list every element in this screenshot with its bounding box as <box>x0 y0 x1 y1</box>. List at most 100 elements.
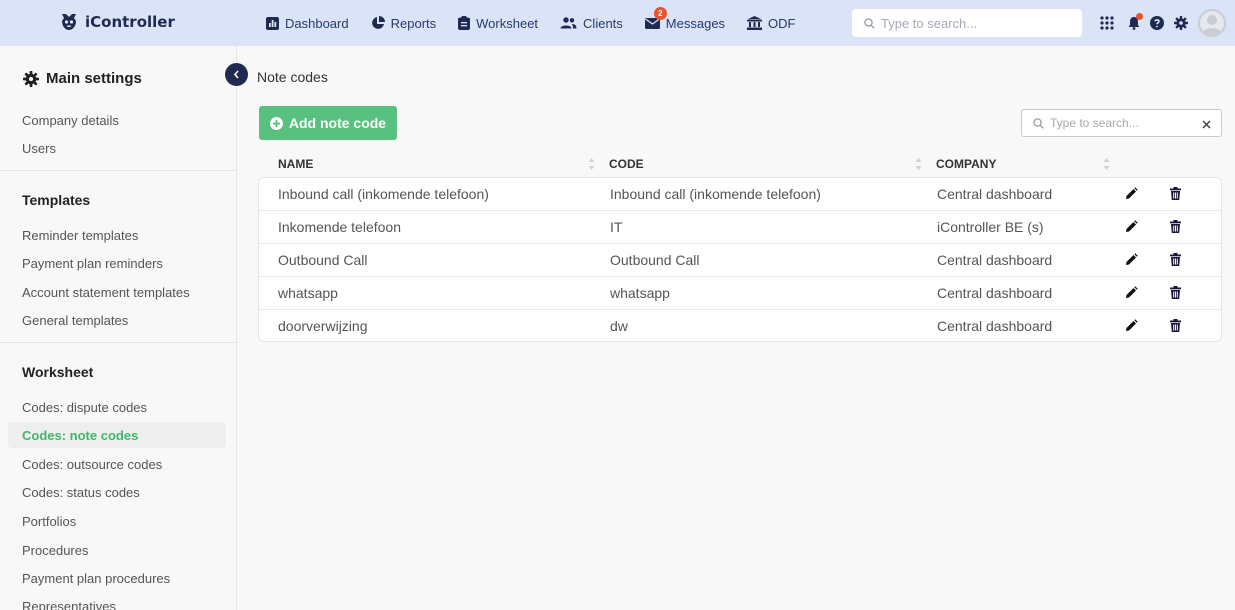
trash-icon[interactable] <box>1170 220 1181 233</box>
cell-name: doorverwijzing <box>278 318 368 334</box>
nav-odf[interactable]: ODF <box>747 16 796 31</box>
column-header-code[interactable]: CODE <box>609 157 644 171</box>
nav-clients[interactable]: Clients <box>560 16 623 31</box>
nav-reports[interactable]: Reports <box>371 15 437 31</box>
cell-code: dw <box>610 318 628 334</box>
search-icon <box>1033 117 1044 129</box>
edit-icon[interactable] <box>1125 253 1138 266</box>
search-icon <box>864 17 875 29</box>
notifications-button[interactable] <box>1128 13 1143 30</box>
cell-name: Outbound Call <box>278 252 368 268</box>
cell-company: Central dashboard <box>937 318 1053 334</box>
nav-label: Dashboard <box>285 15 349 31</box>
main-nav: Dashboard Reports Worksheet Clients 2 Me… <box>266 0 818 46</box>
sidebar-item-note-codes[interactable]: Codes: note codes <box>22 428 138 443</box>
trash-icon[interactable] <box>1170 286 1181 299</box>
table-search[interactable] <box>1021 109 1222 137</box>
top-navbar: iController Dashboard Reports Worksheet … <box>0 0 1235 46</box>
top-icons <box>1100 0 1226 46</box>
users-icon <box>560 17 577 29</box>
table-row[interactable]: Outbound Call Outbound Call Central dash… <box>259 244 1221 277</box>
app-logo[interactable]: iController <box>61 13 175 31</box>
sidebar-item-dispute-codes[interactable]: Codes: dispute codes <box>22 400 147 415</box>
sidebar-item-procedures[interactable]: Procedures <box>22 543 88 558</box>
sidebar-item-payment-plan-procedures[interactable]: Payment plan procedures <box>22 571 170 586</box>
cell-company: Central dashboard <box>937 252 1053 268</box>
settings-sidebar: Main settings Company details Users Temp… <box>0 46 237 610</box>
global-search-input[interactable] <box>881 15 1061 31</box>
trash-icon[interactable] <box>1170 187 1181 200</box>
sidebar-item-company-details[interactable]: Company details <box>22 113 119 128</box>
cell-name: Inbound call (inkomende telefoon) <box>278 186 489 202</box>
edit-icon[interactable] <box>1125 286 1138 299</box>
nav-worksheet[interactable]: Worksheet <box>458 16 538 31</box>
edit-icon[interactable] <box>1125 220 1138 233</box>
trash-icon[interactable] <box>1170 253 1181 266</box>
sidebar-divider <box>0 342 236 343</box>
add-note-code-label: Add note code <box>288 115 387 131</box>
nav-label: Reports <box>390 15 437 31</box>
main-settings-title: Main settings <box>46 70 142 87</box>
chart-icon <box>266 16 279 30</box>
sort-icon[interactable] <box>1103 157 1110 171</box>
cell-company: Central dashboard <box>937 186 1053 202</box>
gear-icon <box>23 70 39 87</box>
sidebar-item-outsource-codes[interactable]: Codes: outsource codes <box>22 457 162 472</box>
sidebar-item-general-templates[interactable]: General templates <box>22 313 128 328</box>
cell-company: Central dashboard <box>937 285 1053 301</box>
cell-code: IT <box>610 219 623 235</box>
page-title: Note codes <box>257 69 328 85</box>
sidebar-item-users[interactable]: Users <box>22 141 56 156</box>
cell-name: whatsapp <box>278 285 338 301</box>
trash-icon[interactable] <box>1170 319 1181 332</box>
cell-code: Inbound call (inkomende telefoon) <box>610 186 821 202</box>
cell-code: whatsapp <box>610 285 670 301</box>
nav-label: Clients <box>583 15 623 31</box>
clear-search-button[interactable] <box>1202 116 1211 132</box>
table-row[interactable]: whatsapp whatsapp Central dashboard <box>259 277 1221 310</box>
sidebar-section-templates: Templates <box>22 192 91 208</box>
sidebar-item-portfolios[interactable]: Portfolios <box>22 514 76 529</box>
edit-icon[interactable] <box>1125 319 1138 332</box>
nav-messages[interactable]: 2 Messages <box>644 6 725 31</box>
column-header-name[interactable]: NAME <box>278 157 313 171</box>
messages-badge: 2 <box>653 6 667 20</box>
sidebar-item-status-codes[interactable]: Codes: status codes <box>22 485 140 500</box>
sidebar-item-account-statement-templates[interactable]: Account statement templates <box>22 285 190 300</box>
sort-icon[interactable] <box>588 157 595 171</box>
table-row[interactable]: Inbound call (inkomende telefoon) Inboun… <box>259 178 1221 211</box>
table-search-input[interactable] <box>1050 116 1190 130</box>
sidebar-item-reminder-templates[interactable]: Reminder templates <box>22 228 138 243</box>
gear-icon <box>1174 16 1188 30</box>
sidebar-section-worksheet: Worksheet <box>22 364 94 380</box>
add-note-code-button[interactable]: Add note code <box>259 106 397 140</box>
nav-label: Worksheet <box>476 15 539 31</box>
table-row[interactable]: Inkomende telefoon IT iController BE (s) <box>259 211 1221 244</box>
notification-dot <box>1136 13 1143 20</box>
apps-grid-icon <box>1100 16 1114 30</box>
cell-code: Outbound Call <box>610 252 700 268</box>
apps-grid-button[interactable] <box>1100 16 1114 30</box>
user-avatar-icon <box>1202 15 1222 35</box>
logo-icon <box>62 14 76 30</box>
sidebar-divider <box>0 170 236 171</box>
edit-icon[interactable] <box>1125 187 1138 200</box>
nav-dashboard[interactable]: Dashboard <box>266 16 349 31</box>
sidebar-item-representatives[interactable]: Representatives <box>22 599 116 610</box>
bank-icon <box>747 16 763 30</box>
global-search[interactable] <box>852 9 1082 37</box>
pie-chart-icon <box>371 16 385 29</box>
close-icon <box>1202 120 1211 129</box>
note-codes-table: Inbound call (inkomende telefoon) Inboun… <box>258 177 1222 342</box>
table-row[interactable]: doorverwijzing dw Central dashboard <box>259 310 1221 341</box>
column-header-company[interactable]: COMPANY <box>936 157 996 171</box>
cell-name: Inkomende telefoon <box>278 219 401 235</box>
collapse-sidebar-button[interactable] <box>225 63 248 86</box>
sidebar-item-payment-plan-reminders[interactable]: Payment plan reminders <box>22 256 163 271</box>
help-button[interactable] <box>1150 16 1164 30</box>
help-icon <box>1150 16 1164 30</box>
settings-button[interactable] <box>1174 16 1188 30</box>
user-avatar[interactable] <box>1198 9 1226 37</box>
sort-icon[interactable] <box>915 157 922 171</box>
clipboard-icon <box>458 16 471 30</box>
